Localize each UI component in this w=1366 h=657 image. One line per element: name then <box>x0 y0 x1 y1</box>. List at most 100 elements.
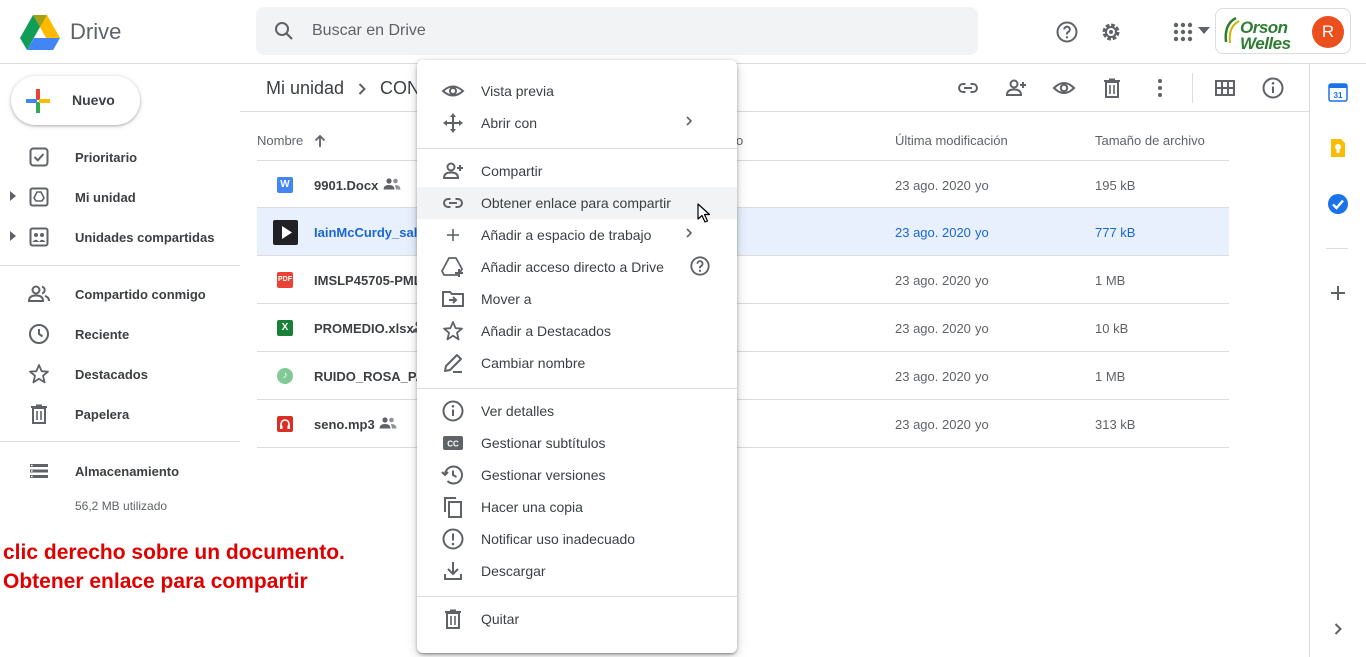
trash-icon <box>441 607 465 631</box>
calendar-icon[interactable]: 31 <box>1326 80 1350 104</box>
sidebar-item-label: Destacados <box>75 367 148 382</box>
menu-item-manage-versions[interactable]: Gestionar versiones <box>417 459 737 491</box>
eye-icon[interactable] <box>1050 74 1078 102</box>
copy-icon <box>441 495 465 519</box>
menu-item-make-copy[interactable]: Hacer una copia <box>417 491 737 523</box>
storage-usage-text: 56,2 MB utilizado <box>75 499 168 513</box>
table-row[interactable]: seno.mp3 23 ago. 2020 yo 313 kB <box>257 400 1229 448</box>
column-header-modified[interactable]: Última modificación <box>895 133 1008 148</box>
menu-item-preview[interactable]: Vista previa <box>417 75 737 107</box>
file-name: seno.mp3 <box>314 417 375 432</box>
breadcrumb-current[interactable]: CON <box>380 78 420 99</box>
menu-item-get-link[interactable]: Obtener enlace para compartir <box>417 187 737 219</box>
shared-drives-icon <box>27 225 51 249</box>
add-addon-icon[interactable] <box>1326 281 1350 305</box>
menu-item-download[interactable]: Descargar <box>417 555 737 587</box>
search-bar[interactable] <box>256 7 1210 55</box>
menu-item-open-with[interactable]: Abrir con <box>417 107 737 139</box>
side-panel-separator <box>1326 248 1348 249</box>
file-size: 1 MB <box>1095 273 1126 288</box>
sidebar-item-shared-with-me[interactable]: Compartido conmigo <box>0 274 240 314</box>
context-menu: Vista previa Abrir con Compartir Obtener… <box>417 60 737 653</box>
file-modified-date: 23 ago. 2020 <box>895 225 971 240</box>
pencil-icon <box>441 351 465 375</box>
sidebar-item-recent[interactable]: Reciente <box>0 314 240 354</box>
help-icon[interactable] <box>689 255 711 277</box>
menu-item-view-details[interactable]: Ver detalles <box>417 395 737 427</box>
menu-divider <box>417 388 737 389</box>
menu-divider <box>417 596 737 597</box>
sidebar-item-priority[interactable]: Prioritario <box>0 137 240 177</box>
sidebar-item-label: Mi unidad <box>75 190 136 205</box>
file-modified-date: 23 ago. 2020 <box>895 417 971 432</box>
help-icon[interactable] <box>1051 16 1083 48</box>
settings-icon[interactable] <box>1095 16 1127 48</box>
tasks-icon[interactable] <box>1326 192 1350 216</box>
expand-arrow-icon[interactable] <box>10 191 16 201</box>
keep-icon[interactable] <box>1326 136 1350 160</box>
toolbar-divider-line <box>240 111 1309 112</box>
expand-arrow-icon[interactable] <box>10 231 16 241</box>
trash-icon[interactable] <box>1098 74 1126 102</box>
menu-item-add-to-workspace[interactable]: Añadir a espacio de trabajo <box>417 219 737 251</box>
drive-shortcut-icon <box>441 255 465 279</box>
file-name: IMSLP45705-PML <box>314 273 422 288</box>
menu-item-rename[interactable]: Cambiar nombre <box>417 347 737 379</box>
sidebar-divider <box>0 441 240 442</box>
chevron-right-icon[interactable] <box>1326 617 1350 641</box>
star-icon <box>441 319 465 343</box>
menu-item-report-abuse[interactable]: Notificar uso inadecuado <box>417 523 737 555</box>
column-header-owner[interactable]: o <box>736 133 743 148</box>
table-row[interactable]: X PROMEDIO.xlsx 23 ago. 2020 yo 10 kB <box>257 304 1229 352</box>
organization-name: Orson Welles <box>1240 18 1291 53</box>
person-add-icon[interactable] <box>1002 74 1030 102</box>
report-icon <box>441 527 465 551</box>
file-modified-by: yo <box>975 369 989 384</box>
menu-item-move-to[interactable]: Mover a <box>417 283 737 315</box>
table-row[interactable]: IainMcCurdy_salu 23 ago. 2020 yo 777 kB <box>257 208 1229 256</box>
apps-grid-icon[interactable] <box>1167 16 1199 48</box>
column-header-size[interactable]: Tamaño de archivo <box>1095 133 1205 148</box>
sidebar-item-label: Compartido conmigo <box>75 287 206 302</box>
search-input[interactable] <box>312 17 912 45</box>
avatar[interactable]: R <box>1312 16 1344 48</box>
table-row[interactable]: PDF IMSLP45705-PML 23 ago. 2020 yo 1 MB <box>257 256 1229 304</box>
account-switcher[interactable]: Orson Welles R <box>1215 8 1351 54</box>
sort-ascending-icon[interactable] <box>313 134 327 148</box>
file-modified-by: yo <box>975 417 989 432</box>
sidebar-divider <box>0 265 240 266</box>
file-size: 1 MB <box>1095 369 1126 384</box>
menu-item-share[interactable]: Compartir <box>417 155 737 187</box>
storage-icon <box>27 459 51 483</box>
table-row[interactable]: ♪ RUIDO_ROSA_PAN 23 ago. 2020 yo 1 MB <box>257 352 1229 400</box>
menu-item-add-shortcut[interactable]: Añadir acceso directo a Drive <box>417 251 737 283</box>
app-title: Drive <box>70 19 122 44</box>
new-button[interactable]: Nuevo <box>11 76 140 125</box>
file-modified-date: 23 ago. 2020 <box>895 273 971 288</box>
drive-logo[interactable]: Drive <box>20 12 121 52</box>
menu-item-remove[interactable]: Quitar <box>417 603 737 635</box>
info-icon[interactable] <box>1259 74 1287 102</box>
menu-item-add-starred[interactable]: Añadir a Destacados <box>417 315 737 347</box>
svg-text:CC: CC <box>447 440 459 449</box>
grid-view-icon[interactable] <box>1211 74 1239 102</box>
table-row[interactable]: W 9901.Docx 23 ago. 2020 yo 195 kB <box>257 160 1229 208</box>
sidebar-item-storage[interactable]: Almacenamiento <box>0 451 240 491</box>
link-icon[interactable] <box>954 74 982 102</box>
sidebar-item-shared-drives[interactable]: Unidades compartidas <box>0 217 240 257</box>
menu-item-manage-captions[interactable]: CC Gestionar subtítulos <box>417 427 737 459</box>
clock-icon <box>27 322 51 346</box>
column-header-name[interactable]: Nombre <box>257 133 327 148</box>
audio-file-icon: ♪ <box>277 368 293 384</box>
more-vert-icon[interactable] <box>1146 74 1174 102</box>
tutorial-annotation: clic derecho sobre un documento. Obtener… <box>3 538 345 596</box>
search-icon[interactable] <box>272 19 296 43</box>
plus-color-icon <box>24 87 52 115</box>
sidebar-item-trash[interactable]: Papelera <box>0 394 240 434</box>
breadcrumb-root[interactable]: Mi unidad <box>266 78 344 99</box>
people-icon <box>27 282 51 306</box>
file-size: 10 kB <box>1095 321 1129 336</box>
sidebar-item-my-drive[interactable]: Mi unidad <box>0 177 240 217</box>
sidebar-item-starred[interactable]: Destacados <box>0 354 240 394</box>
pdf-icon: PDF <box>277 272 293 288</box>
